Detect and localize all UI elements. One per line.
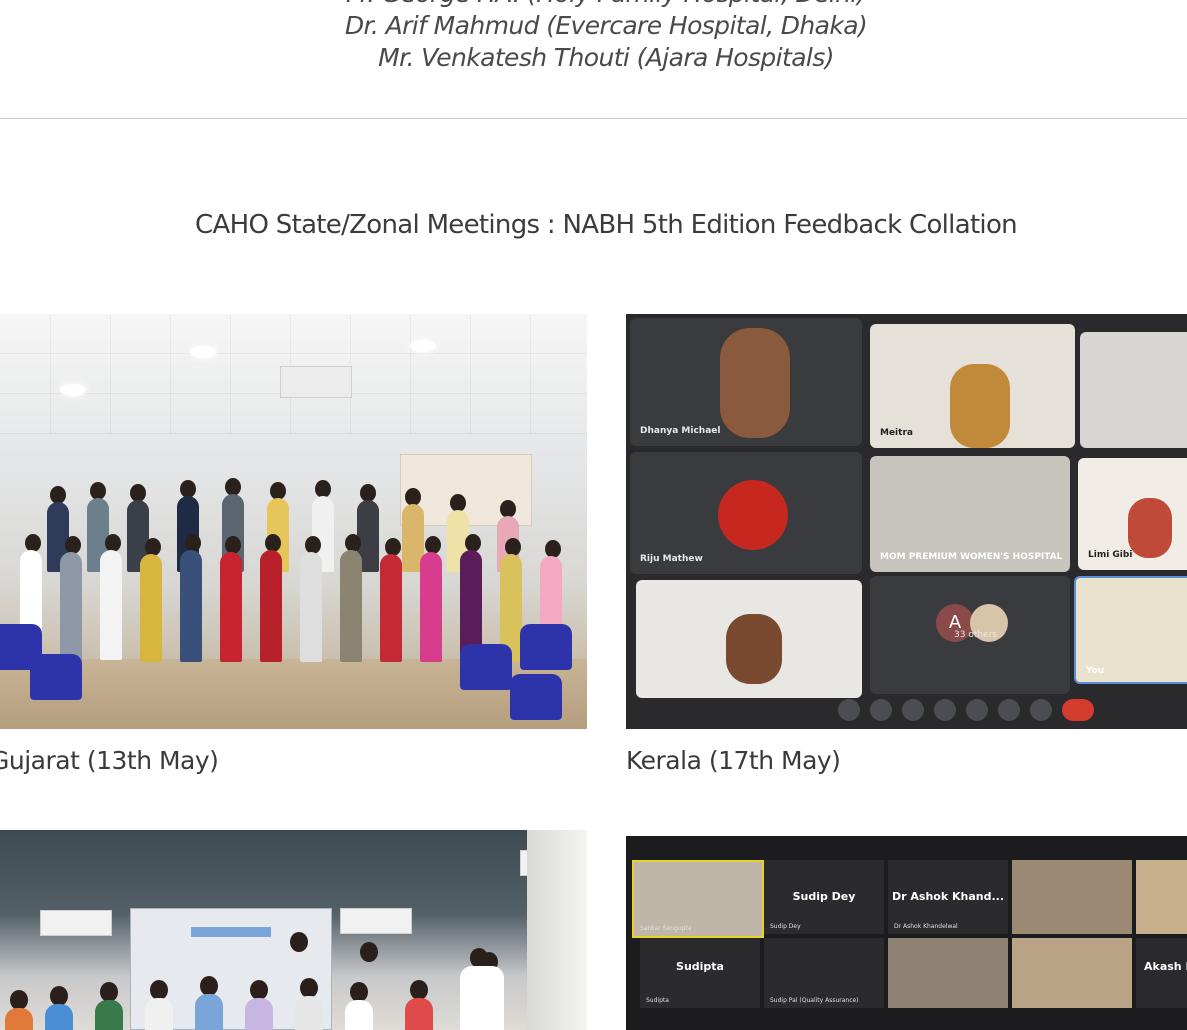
video-tile: Akash Kar [1136, 938, 1187, 1008]
credit-line: Mr. Venkatesh Thouti (Ajara Hospitals) [378, 43, 834, 72]
chair [510, 674, 562, 720]
video-tile: Sudip Dey Sudip Dey [764, 860, 884, 934]
page: Fr. George P.A. (Holy Family Hospital, D… [0, 0, 1187, 1030]
video-tile: Dhanya Michael [630, 318, 862, 446]
participant-count: 33 others [954, 630, 997, 640]
video-tile: Meitra [870, 324, 1075, 448]
participant-name: Sudip Pal (Quality Assurance) [770, 997, 859, 1004]
video-tile: MOM PREMIUM WOMEN'S HOSPITAL [870, 456, 1070, 572]
zonal-meeting-photo[interactable] [0, 830, 587, 1030]
kerala-caption: Kerala (17th May) [626, 746, 841, 775]
zonal-video-call-photo[interactable]: Sankar Sengupta Sudip Dey Sudip Dey Dr A… [626, 836, 1187, 1030]
mic-icon[interactable] [838, 699, 860, 721]
more-options-icon[interactable] [1030, 699, 1052, 721]
video-tile: Limi Gibi [1078, 458, 1187, 570]
present-icon[interactable] [966, 699, 988, 721]
video-tile [1012, 860, 1132, 934]
ceiling-light [190, 346, 216, 358]
video-tile: A 33 others [870, 576, 1070, 694]
chair [520, 624, 572, 670]
participant-name: Akash Kar [1144, 960, 1187, 973]
ceiling-light [60, 384, 86, 396]
section-title: CAHO State/Zonal Meetings : NABH 5th Edi… [195, 210, 1018, 240]
air-conditioner [280, 366, 352, 398]
video-tile [636, 580, 862, 698]
hang-up-icon[interactable] [1062, 699, 1094, 721]
raise-hand-icon[interactable] [998, 699, 1020, 721]
participant-avatar [718, 480, 788, 550]
credits-list: Fr. George P.A. (Holy Family Hospital, D… [0, 0, 1187, 74]
participant-subname: Sudipta [646, 997, 669, 1004]
video-tile: Sudipta Sudipta [640, 938, 760, 1008]
chair [30, 654, 82, 700]
window [527, 830, 587, 1030]
participant-name: Dhanya Michael [640, 426, 721, 436]
participant-name: MOM PREMIUM WOMEN'S HOSPITAL [880, 552, 1063, 562]
video-tile [1080, 332, 1187, 448]
camera-icon[interactable] [870, 699, 892, 721]
air-conditioner [40, 910, 112, 936]
credit-line: Dr. Arif Mahmud (Evercare Hospital, Dhak… [344, 11, 868, 40]
video-tile [1136, 860, 1187, 934]
section-divider [0, 118, 1187, 119]
video-tile: Sankar Sengupta [632, 860, 764, 938]
video-tile: You [1074, 576, 1187, 684]
gujarat-caption: Gujarat (13th May) [0, 746, 219, 775]
video-tile: Sudip Pal (Quality Assurance) [764, 938, 884, 1008]
participant-subname: Dr Ashok Khandelwal [894, 923, 958, 930]
participant-name: Sudipta [676, 960, 724, 973]
captions-icon[interactable] [902, 699, 924, 721]
ceiling-light [410, 340, 436, 352]
participant-subname: Sudip Dey [770, 923, 801, 930]
call-toolbar [826, 699, 1116, 723]
video-tile [1012, 938, 1132, 1008]
participant-name: Dr Ashok Khand... [892, 890, 1004, 903]
video-tile [888, 938, 1008, 1008]
gujarat-meeting-photo[interactable] [0, 314, 587, 729]
video-tile: Dr Ashok Khand... Dr Ashok Khandelwal [888, 860, 1008, 934]
participant-name: You [1086, 666, 1105, 676]
participant-name: Meitra [880, 428, 913, 438]
credit-line: Fr. George P.A. (Holy Family Hospital, D… [0, 0, 1187, 10]
participant-name: Riju Mathew [640, 554, 703, 564]
participant-name: Sudip Dey [792, 890, 856, 903]
participant-name: Sankar Sengupta [640, 925, 692, 932]
air-conditioner [340, 908, 412, 934]
video-tile: Riju Mathew [630, 452, 862, 574]
kerala-meeting-photo[interactable]: Dhanya Michael Meitra Riju Mathew MOM PR… [626, 314, 1187, 729]
chair [460, 644, 512, 690]
emoji-icon[interactable] [934, 699, 956, 721]
participant-name: Limi Gibi [1088, 550, 1133, 560]
